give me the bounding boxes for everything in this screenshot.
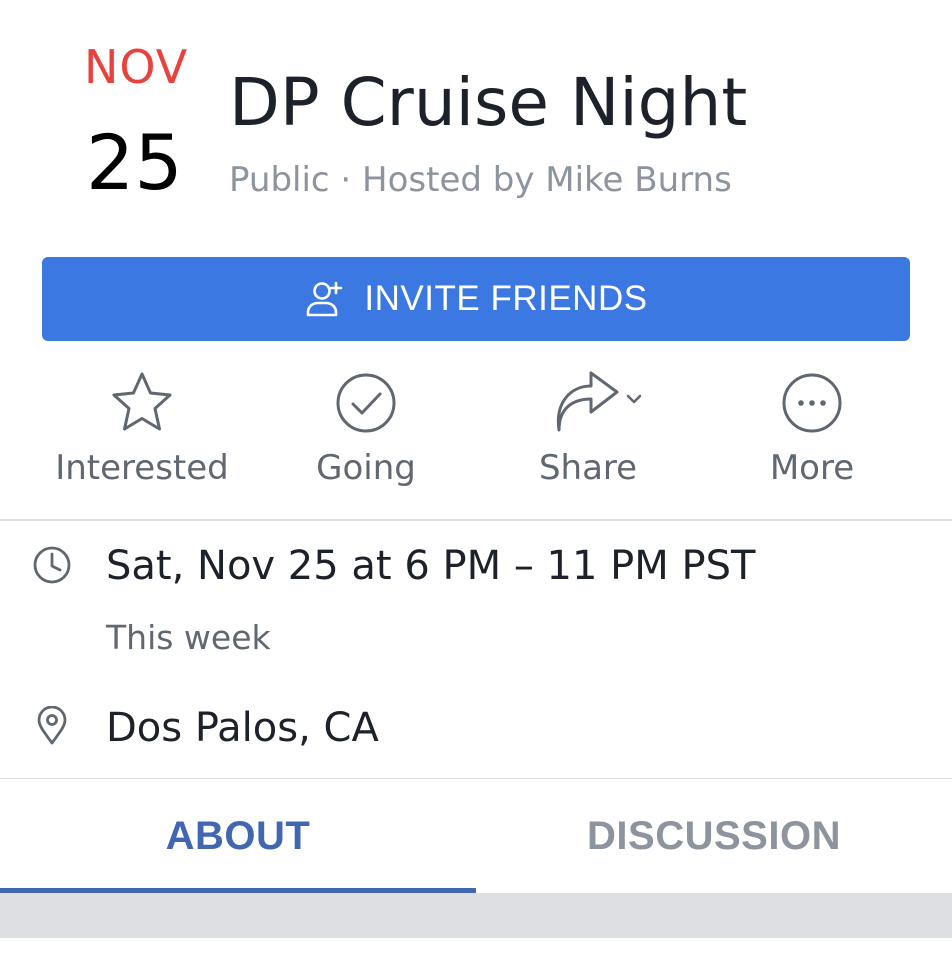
event-title: DP Cruise Night (229, 64, 748, 141)
share-label: Share (538, 448, 638, 488)
add-person-icon (307, 281, 343, 317)
tab-discussion-label: DISCUSSION (587, 813, 841, 858)
interested-label: Interested (55, 448, 229, 488)
more-label: More (769, 448, 855, 488)
more-button[interactable]: More (702, 365, 922, 495)
share-button[interactable]: Share (478, 365, 698, 495)
share-arrow-icon (556, 371, 642, 431)
interested-button[interactable]: Interested (32, 365, 252, 495)
event-location[interactable]: Dos Palos, CA (106, 705, 379, 751)
event-day: 25 (86, 118, 183, 207)
event-month: NOV (84, 40, 189, 94)
section-separator (0, 893, 952, 938)
star-icon (112, 372, 172, 430)
divider (0, 778, 952, 779)
chevron-down-icon (626, 394, 642, 403)
tab-about[interactable]: ABOUT (0, 780, 476, 892)
invite-friends-label: INVITE FRIENDS (364, 279, 648, 318)
more-dots-icon (782, 373, 842, 432)
tab-about-label: ABOUT (165, 813, 311, 858)
location-pin-icon (37, 706, 67, 745)
invite-friends-button[interactable]: INVITE FRIENDS (42, 257, 910, 341)
tab-discussion[interactable]: DISCUSSION (476, 780, 952, 892)
event-subtitle: Public · Hosted by Mike Burns (229, 160, 732, 200)
clock-icon (33, 546, 71, 584)
going-label: Going (316, 448, 416, 488)
divider (0, 519, 952, 521)
event-time[interactable]: Sat, Nov 25 at 6 PM – 11 PM PST (106, 543, 755, 589)
check-circle-icon (336, 373, 396, 432)
content-area (0, 938, 952, 960)
going-button[interactable]: Going (256, 365, 476, 495)
event-time-relative: This week (106, 618, 271, 657)
